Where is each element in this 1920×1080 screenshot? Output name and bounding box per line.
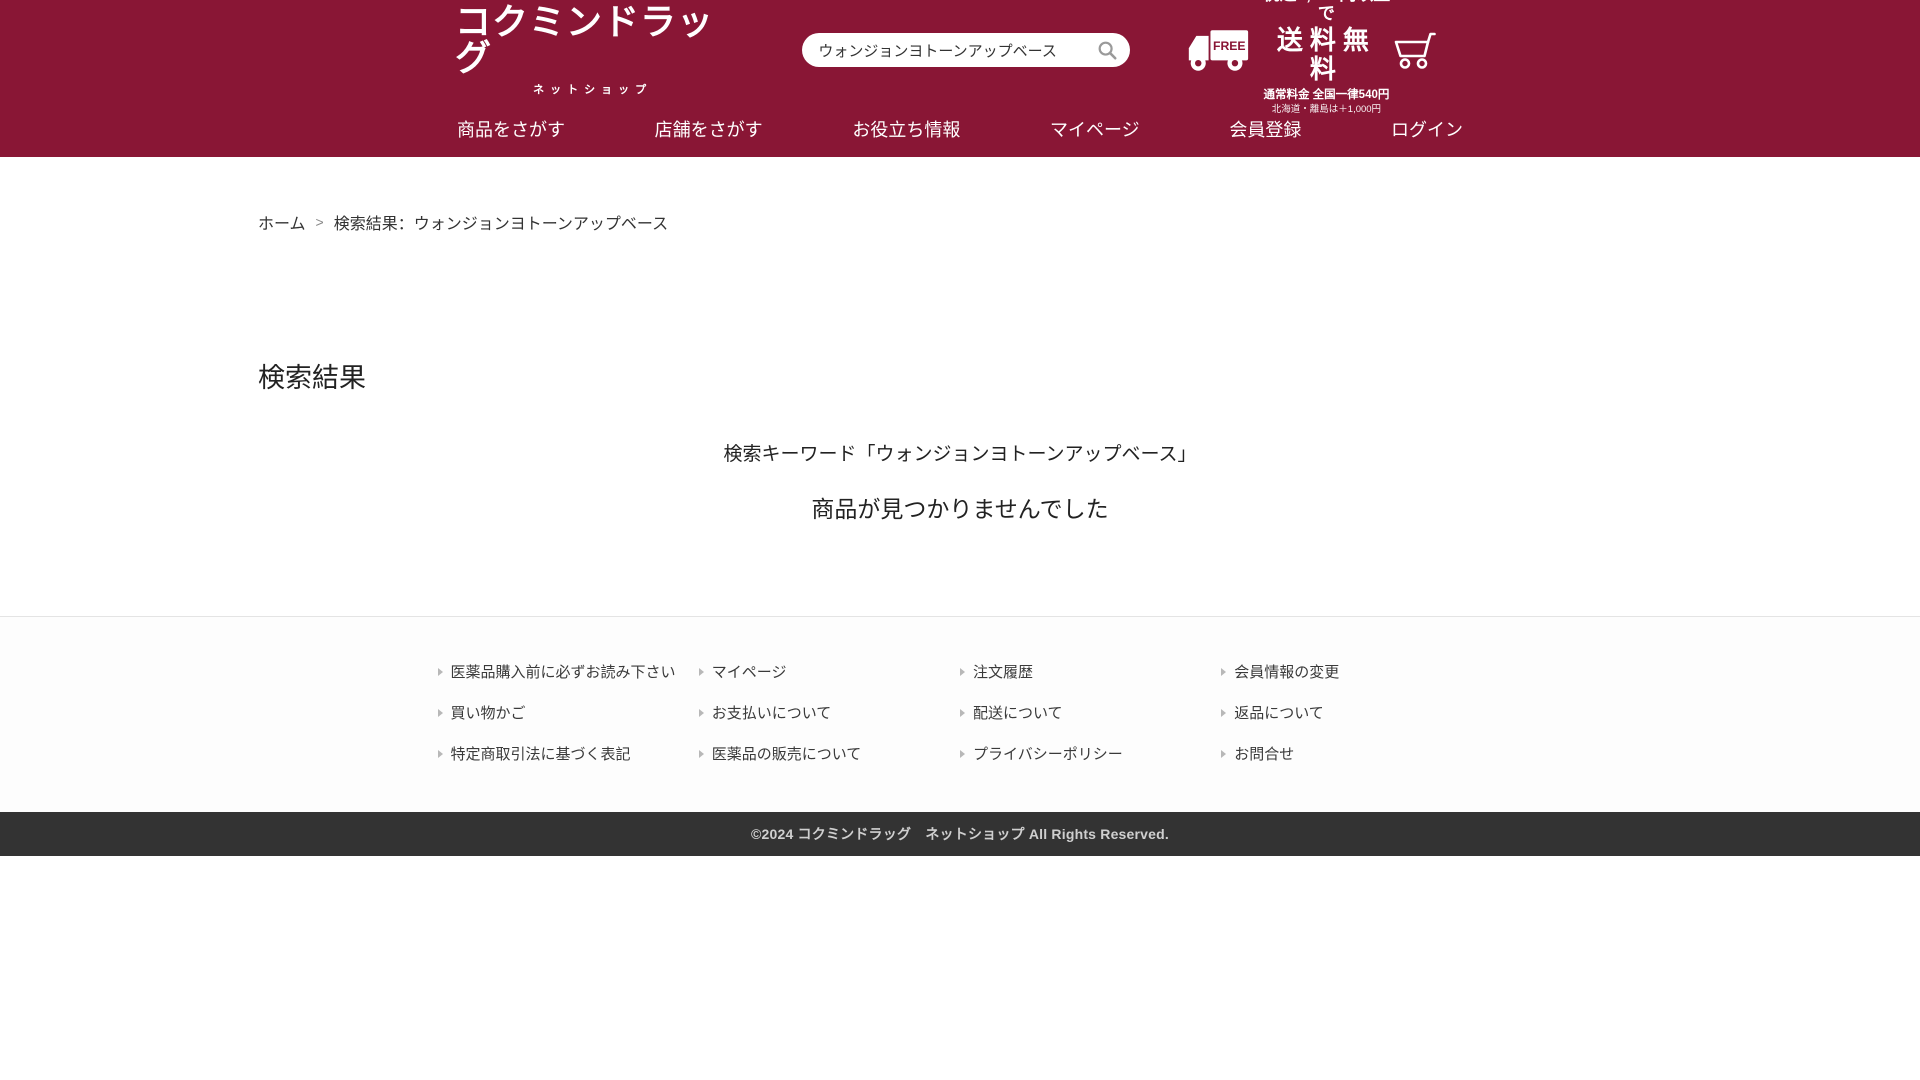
footer-link-contact[interactable]: お問合せ — [1221, 743, 1482, 764]
arrow-right-icon — [699, 750, 704, 758]
footer-link-label: 買い物かご — [451, 702, 526, 723]
shipping-free-label: 送料無料 — [1262, 26, 1391, 86]
footer-link-mypage[interactable]: マイページ — [699, 661, 960, 682]
nav-item-login[interactable]: ログイン — [1389, 110, 1465, 148]
footer-column-3: 注文履歴 配送について プライバシーポリシー — [960, 661, 1221, 784]
arrow-right-icon — [699, 668, 704, 676]
search-icon[interactable] — [1096, 39, 1118, 61]
no-results-message: 商品が見つかりませんでした — [0, 490, 1920, 524]
footer-link-delivery[interactable]: 配送について — [960, 702, 1221, 723]
breadcrumb-separator: > — [316, 214, 324, 230]
footer-column-1: 医薬品購入前に必ずお読み下さい 買い物かご 特定商取引法に基づく表記 — [438, 661, 699, 784]
shipping-remote-fee: 北海道・離島は＋1,000円 — [1262, 105, 1391, 116]
footer-link-label: お問合せ — [1234, 743, 1294, 764]
page-title: 検索結果 — [258, 356, 1920, 395]
free-shipping-truck-icon: FREE — [1186, 27, 1250, 73]
footer-link-label: 特定商取引法に基づく表記 — [451, 743, 631, 764]
footer-link-order-history[interactable]: 注文履歴 — [960, 661, 1221, 682]
footer-link-member-info[interactable]: 会員情報の変更 — [1221, 661, 1482, 682]
footer-link-cart[interactable]: 買い物かご — [438, 702, 699, 723]
footer-link-payment[interactable]: お支払いについて — [699, 702, 960, 723]
search-input[interactable] — [818, 42, 1096, 59]
arrow-right-icon — [1221, 709, 1226, 717]
copyright-text: ©2024 コクミンドラッグ ネットショップ All Rights Reserv… — [751, 824, 1169, 844]
breadcrumb-home-link[interactable]: ホーム — [258, 210, 306, 234]
footer-link-label: 医薬品購入前に必ずお読み下さい — [451, 661, 676, 682]
nav-item-products[interactable]: 商品をさがす — [455, 110, 567, 148]
footer-link-privacy-policy[interactable]: プライバシーポリシー — [960, 743, 1221, 764]
cart-icon — [1391, 29, 1437, 71]
arrow-right-icon — [1221, 750, 1226, 758]
site-footer: 医薬品購入前に必ずお読み下さい 買い物かご 特定商取引法に基づく表記 マイページ… — [0, 616, 1920, 856]
footer-column-2: マイページ お支払いについて 医薬品の販売について — [699, 661, 960, 784]
main-content: 検索結果 検索キーワード「ウォンジョンヨトーンアップベース」 商品が見つかりませ… — [0, 356, 1920, 524]
footer-link-label: マイページ — [712, 661, 787, 682]
logo-title: コクミンドラッグ — [455, 4, 730, 76]
shipping-threshold: 税込3,000円以上で — [1262, 0, 1391, 24]
arrow-right-icon — [438, 709, 443, 717]
nav-item-mypage[interactable]: マイページ — [1048, 110, 1142, 148]
free-shipping-banner: FREE 税込3,000円以上で 送料無料 通常料金 全国一律540円 北海道・… — [1186, 0, 1391, 116]
header-top: コクミンドラッグ ネットショップ FREE 税込3,000円以上で — [455, 0, 1465, 100]
shipping-normal-fee: 通常料金 全国一律540円 — [1262, 89, 1391, 102]
footer-link-label: 配送について — [973, 702, 1063, 723]
search-box — [802, 33, 1130, 67]
site-logo[interactable]: コクミンドラッグ ネットショップ — [455, 4, 730, 97]
breadcrumb-current: 検索結果：ウォンジョンヨトーンアップベース — [334, 210, 668, 234]
nav-item-stores[interactable]: 店舗をさがす — [653, 110, 765, 148]
footer-link-returns[interactable]: 返品について — [1221, 702, 1482, 723]
footer-links: 医薬品購入前に必ずお読み下さい 買い物かご 特定商取引法に基づく表記 マイページ… — [438, 617, 1483, 812]
arrow-right-icon — [960, 709, 965, 717]
footer-link-label: 医薬品の販売について — [712, 743, 862, 764]
arrow-right-icon — [699, 709, 704, 717]
arrow-right-icon — [960, 668, 965, 676]
free-badge-text: FREE — [1213, 39, 1246, 53]
copyright-bar: ©2024 コクミンドラッグ ネットショップ All Rights Reserv… — [0, 812, 1920, 856]
footer-link-medicine-notice[interactable]: 医薬品購入前に必ずお読み下さい — [438, 661, 699, 682]
footer-link-label: プライバシーポリシー — [973, 743, 1123, 764]
shipping-text: 税込3,000円以上で 送料無料 通常料金 全国一律540円 北海道・離島は＋1… — [1262, 0, 1391, 116]
arrow-right-icon — [438, 668, 443, 676]
arrow-right-icon — [438, 750, 443, 758]
cart-button[interactable] — [1391, 29, 1437, 71]
search-keyword-message: 検索キーワード「ウォンジョンヨトーンアップベース」 — [0, 439, 1920, 466]
footer-link-commercial-law[interactable]: 特定商取引法に基づく表記 — [438, 743, 699, 764]
footer-column-4: 会員情報の変更 返品について お問合せ — [1221, 661, 1482, 784]
footer-link-label: お支払いについて — [712, 702, 832, 723]
footer-link-medicine-sales[interactable]: 医薬品の販売について — [699, 743, 960, 764]
site-header: コクミンドラッグ ネットショップ FREE 税込3,000円以上で — [0, 0, 1920, 157]
footer-link-label: 会員情報の変更 — [1234, 661, 1339, 682]
arrow-right-icon — [960, 750, 965, 758]
breadcrumb: ホーム > 検索結果：ウォンジョンヨトーンアップベース — [258, 210, 1920, 234]
footer-link-label: 注文履歴 — [973, 661, 1033, 682]
arrow-right-icon — [1221, 668, 1226, 676]
logo-subtitle: ネットショップ — [533, 81, 652, 97]
nav-item-info[interactable]: お役立ち情報 — [850, 110, 962, 148]
footer-link-label: 返品について — [1234, 702, 1324, 723]
